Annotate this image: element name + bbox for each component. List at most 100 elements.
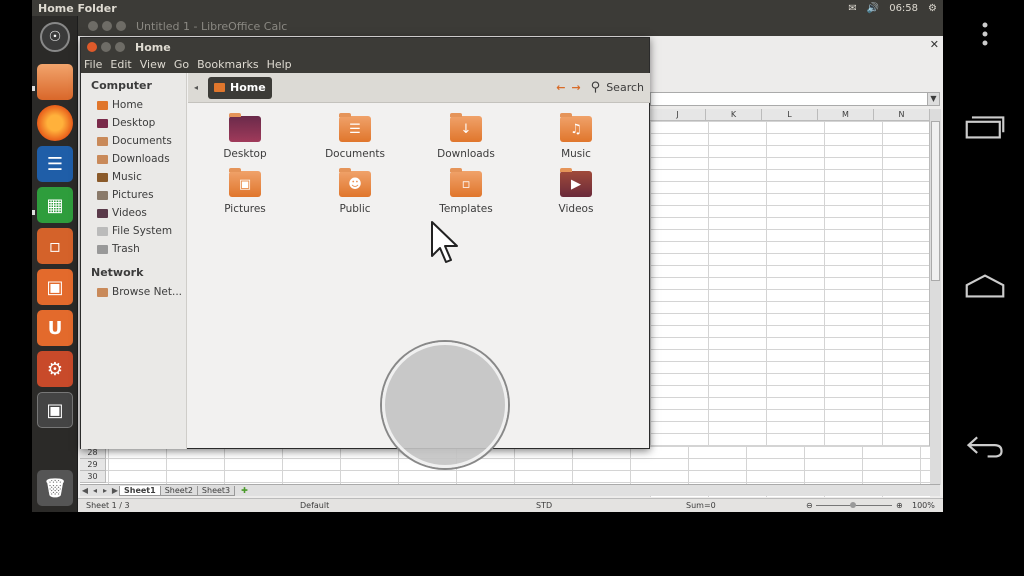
search-icon[interactable]: ⚲ xyxy=(591,80,601,95)
sidebar-item-label: Videos xyxy=(112,207,147,219)
bag-icon[interactable]: ▣ xyxy=(37,269,73,305)
sidebar-item-pictures[interactable]: Pictures xyxy=(81,186,186,204)
sidebar-item-file-system[interactable]: File System xyxy=(81,222,186,240)
calc-icon[interactable]: ▦ xyxy=(37,187,73,223)
file-label: Desktop xyxy=(223,148,267,160)
row-header[interactable]: 30 xyxy=(80,471,106,483)
page-style[interactable]: Default xyxy=(300,501,329,510)
workspace-icon[interactable]: ▣ xyxy=(37,392,73,428)
next-sheet-icon[interactable]: ▸ xyxy=(100,486,110,495)
sidebar-item-label: Desktop xyxy=(112,117,156,129)
menu-icon[interactable] xyxy=(965,22,1005,46)
home-icon[interactable] xyxy=(965,272,1005,300)
sidebar-item-browse-network[interactable]: Browse Net... xyxy=(81,283,186,301)
path-button-home[interactable]: Home xyxy=(208,76,272,99)
file-label: Music xyxy=(561,148,591,160)
sidebar-item-label: Browse Net... xyxy=(112,286,183,298)
sidebar-item-downloads[interactable]: Downloads xyxy=(81,150,186,168)
gear-icon[interactable]: ⚙ xyxy=(928,3,937,14)
search-button[interactable]: Search xyxy=(606,81,644,94)
places-sidebar: Computer Home Desktop Documents Download… xyxy=(81,73,187,449)
vertical-scrollbar[interactable] xyxy=(929,109,941,485)
zoom-slider-knob[interactable] xyxy=(850,502,856,508)
zoom-level[interactable]: 100% xyxy=(912,501,935,510)
menu-bookmarks[interactable]: Bookmarks xyxy=(197,58,258,71)
column-header[interactable]: N xyxy=(874,109,930,120)
column-header[interactable]: K xyxy=(706,109,762,120)
column-header[interactable]: L xyxy=(762,109,818,120)
minimize-icon[interactable] xyxy=(102,21,112,31)
file-item-pictures[interactable]: ▣ Pictures xyxy=(200,168,290,215)
sheet-tab[interactable]: Sheet1 xyxy=(119,485,161,496)
close-icon[interactable] xyxy=(88,21,98,31)
file-item-desktop[interactable]: Desktop xyxy=(200,113,290,160)
impress-icon[interactable]: ▫ xyxy=(37,228,73,264)
sidebar-item-label: Downloads xyxy=(112,153,170,165)
window-title: Home xyxy=(135,40,171,54)
cell-grid-lower[interactable] xyxy=(80,446,930,484)
formula-input[interactable]: ▼ xyxy=(650,92,940,106)
clock[interactable]: 06:58 xyxy=(889,3,918,14)
file-item-public[interactable]: ☻ Public xyxy=(310,168,400,215)
chevron-left-icon[interactable]: ◂ xyxy=(194,83,198,92)
sidebar-item-videos[interactable]: Videos xyxy=(81,204,186,222)
maximize-icon[interactable] xyxy=(115,42,125,52)
selection-mode[interactable]: STD xyxy=(536,501,552,510)
firefox-icon[interactable] xyxy=(37,105,73,141)
videos-folder-icon: ▶ xyxy=(560,168,592,197)
column-header[interactable]: M xyxy=(818,109,874,120)
sidebar-item-label: Documents xyxy=(112,135,172,147)
sidebar-item-documents[interactable]: Documents xyxy=(81,132,186,150)
zoom-out-icon[interactable]: ⊖ xyxy=(806,501,813,510)
zoom-in-icon[interactable]: ⊕ xyxy=(896,501,903,510)
menu-file[interactable]: File xyxy=(84,58,102,71)
close-document-icon[interactable]: ✕ xyxy=(930,38,939,51)
menu-edit[interactable]: Edit xyxy=(110,58,131,71)
sheet-tab[interactable]: Sheet3 xyxy=(196,485,236,496)
file-item-templates[interactable]: ▫ Templates xyxy=(421,168,511,215)
speaker-icon[interactable]: 🔊 xyxy=(867,3,879,14)
trash-icon[interactable]: 🗑 xyxy=(37,470,73,506)
u-icon[interactable]: U xyxy=(37,310,73,346)
prev-sheet-icon[interactable]: ◂ xyxy=(90,486,100,495)
envelope-icon[interactable]: ✉ xyxy=(848,3,856,14)
scroll-thumb[interactable] xyxy=(931,121,940,281)
maximize-icon[interactable] xyxy=(116,21,126,31)
file-item-videos[interactable]: ▶ Videos xyxy=(531,168,621,215)
chevron-down-icon[interactable]: ▼ xyxy=(927,93,939,105)
menu-view[interactable]: View xyxy=(140,58,166,71)
running-indicator xyxy=(32,210,35,215)
menu-go[interactable]: Go xyxy=(174,58,189,71)
forward-arrow-icon[interactable]: → xyxy=(571,81,580,94)
recents-icon[interactable] xyxy=(965,113,1005,141)
active-window-title: Home Folder xyxy=(38,1,117,15)
sum-display[interactable]: Sum=0 xyxy=(686,501,716,510)
add-sheet-icon[interactable]: ✚ xyxy=(235,486,254,495)
writer-icon[interactable]: ☰ xyxy=(37,146,73,182)
cell-grid[interactable] xyxy=(650,109,930,497)
sidebar-item-trash[interactable]: Trash xyxy=(81,240,186,258)
android-nav-bar xyxy=(943,0,1024,576)
row-header[interactable]: 29 xyxy=(80,459,106,471)
file-item-downloads[interactable]: ↓ Downloads xyxy=(421,113,511,160)
folder-icon[interactable] xyxy=(37,64,73,100)
close-icon[interactable] xyxy=(87,42,97,52)
column-header[interactable]: J xyxy=(650,109,706,120)
settings-icon[interactable]: ⚙ xyxy=(37,351,73,387)
back-icon[interactable] xyxy=(965,432,1005,460)
file-item-documents[interactable]: ☰ Documents xyxy=(310,113,400,160)
sidebar-section-network: Network xyxy=(91,266,144,279)
templates-folder-icon: ▫ xyxy=(450,168,482,197)
minimize-icon[interactable] xyxy=(101,42,111,52)
ubuntu-logo-icon[interactable]: ☉ xyxy=(40,22,70,52)
menu-help[interactable]: Help xyxy=(267,58,292,71)
sidebar-item-home[interactable]: Home xyxy=(81,96,186,114)
back-arrow-icon[interactable]: ← xyxy=(556,81,565,94)
pictures-icon xyxy=(97,190,108,200)
sidebar-item-music[interactable]: Music xyxy=(81,168,186,186)
sheet-tab[interactable]: Sheet2 xyxy=(159,485,198,496)
videos-icon xyxy=(97,208,108,218)
file-item-music[interactable]: ♫ Music xyxy=(531,113,621,160)
first-sheet-icon[interactable]: ◀ xyxy=(80,486,90,495)
sidebar-item-desktop[interactable]: Desktop xyxy=(81,114,186,132)
